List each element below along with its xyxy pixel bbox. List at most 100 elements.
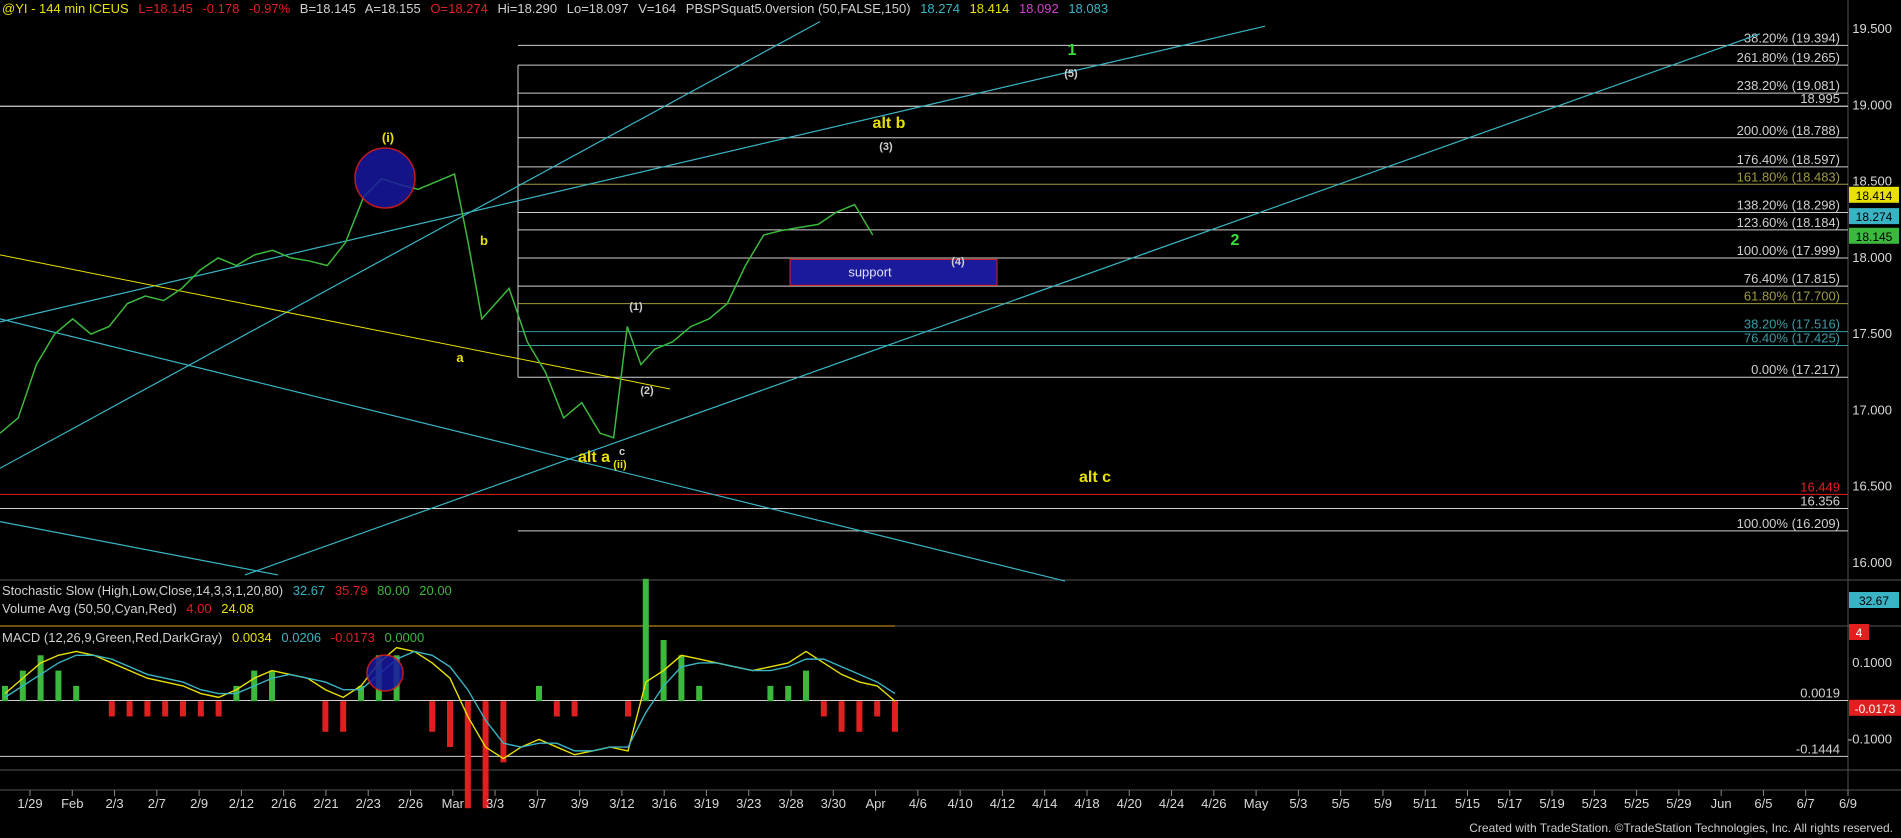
macd-histogram-bar <box>892 701 898 732</box>
fib-level-label: 123.60% (18.184) <box>1737 215 1840 230</box>
y-tick-label: 16.500 <box>1852 479 1892 494</box>
high-price: Hi=18.290 <box>497 1 558 16</box>
downtrend-line <box>0 254 671 390</box>
axis-price-box-label: 18.145 <box>1856 230 1893 244</box>
macd-histogram-bar <box>696 685 703 702</box>
x-tick-label: 1/29 <box>17 796 42 811</box>
wave-label: alt c <box>1079 469 1111 486</box>
wave-label: b <box>480 233 488 248</box>
x-tick-label: 3/23 <box>736 796 761 811</box>
volume-header: Volume Avg (50,50,Cyan,Red) 4.00 24.08 <box>2 601 260 616</box>
x-tick-label: Mar <box>442 796 465 811</box>
macd-y-tick-label: -0.1000 <box>1848 731 1892 746</box>
macd-histogram-bar <box>874 701 881 717</box>
indicator-value-4: 18.083 <box>1068 1 1109 16</box>
macd-highlight <box>366 654 404 692</box>
macd-histogram-bar <box>571 701 578 717</box>
x-tick-label: 5/19 <box>1539 796 1564 811</box>
volume-label: Volume Avg (50,50,Cyan,Red) <box>2 601 177 616</box>
macd-level-label: 0.0019 <box>1800 685 1840 700</box>
fib-level-label: 76.40% (17.425) <box>1744 331 1840 346</box>
fib-level-label: 200.00% (18.788) <box>1737 123 1840 138</box>
macd-histogram-bar <box>269 670 275 702</box>
macd-histogram-bar <box>447 701 453 748</box>
open-price: O=18.274 <box>430 1 488 16</box>
macd-histogram-bar <box>536 685 542 702</box>
volume-v2: 24.08 <box>221 601 254 616</box>
x-tick-label: 3/12 <box>609 796 634 811</box>
last-price: L=18.145 <box>138 1 193 16</box>
wave-label: (4) <box>951 256 965 268</box>
macd-histogram-bar <box>838 701 845 732</box>
indicator-value-1: 18.274 <box>920 1 960 16</box>
x-tick-label: 4/14 <box>1032 796 1057 811</box>
macd-histogram-bar <box>785 685 792 702</box>
y-tick-label: 16.000 <box>1852 555 1892 570</box>
x-tick-label: 6/9 <box>1839 796 1857 811</box>
x-tick-label: 6/5 <box>1754 796 1772 811</box>
macd-histogram-bar <box>55 670 62 702</box>
x-tick-label: 5/17 <box>1497 796 1522 811</box>
x-tick-label: 4/24 <box>1159 796 1184 811</box>
bid-price: B=18.145 <box>299 1 356 16</box>
x-tick-label: 4/26 <box>1201 796 1226 811</box>
macd-histogram-bar <box>767 685 774 702</box>
x-tick-label: 3/7 <box>528 796 546 811</box>
x-tick-label: 4/18 <box>1074 796 1099 811</box>
volume-v1: 4.00 <box>186 601 212 616</box>
wave-label: (ii) <box>613 459 627 471</box>
volume-value: V=164 <box>638 1 677 16</box>
macd-label: MACD (12,26,9,Green,Red,DarkGray) <box>2 630 223 645</box>
macd-histogram-bar <box>197 701 204 717</box>
x-tick-label: 3/9 <box>571 796 589 811</box>
x-tick-label: 5/25 <box>1624 796 1649 811</box>
macd-y-tick-label: 0.1000 <box>1852 655 1892 670</box>
x-tick-label: 5/3 <box>1289 796 1307 811</box>
footer-credit: Created with TradeStation. ©TradeStation… <box>1469 821 1893 835</box>
macd-histogram-bar <box>678 655 685 702</box>
x-tick-label: 3/16 <box>652 796 677 811</box>
macd-signal: 0.0206 <box>281 630 322 645</box>
stochastic-os: 20.00 <box>419 583 452 598</box>
x-tick-label: 5/23 <box>1582 796 1607 811</box>
x-tick-label: 2/16 <box>271 796 296 811</box>
volume-axis-box-label: 4 <box>1856 626 1863 640</box>
x-tick-label: 5/15 <box>1455 796 1480 811</box>
macd-histogram-bar <box>340 701 347 732</box>
x-tick-label: May <box>1244 796 1269 811</box>
stochastic-k: 32.67 <box>292 583 326 598</box>
x-tick-label: 3/30 <box>821 796 846 811</box>
macd-level-label: -0.1444 <box>1796 741 1840 756</box>
x-tick-label: 4/10 <box>947 796 972 811</box>
fib-level-label: 261.80% (19.265) <box>1737 50 1840 65</box>
wave-label: (2) <box>640 385 654 397</box>
stochastic-ob: 80.00 <box>377 583 410 598</box>
macd-histogram-bar <box>322 701 329 732</box>
price-line <box>0 173 874 439</box>
stochastic-header: Stochastic Slow (High,Low,Close,14,3,3,1… <box>2 583 458 598</box>
indicator-value-3: 18.092 <box>1018 1 1059 16</box>
fib-level-label: 76.40% (17.815) <box>1744 271 1840 286</box>
fib-level-label: 61.80% (17.700) <box>1744 289 1840 304</box>
macd-header: MACD (12,26,9,Green,Red,DarkGray) 0.0034… <box>2 630 430 645</box>
x-tick-label: 5/5 <box>1332 796 1350 811</box>
macd-hist: -0.0173 <box>330 630 375 645</box>
y-tick-label: 19.500 <box>1852 21 1892 36</box>
wave-label: (1) <box>629 301 643 313</box>
macd-histogram-bar <box>429 701 436 732</box>
x-tick-label: 3/28 <box>778 796 803 811</box>
wave-i-highlight <box>354 147 416 209</box>
channel-line <box>244 33 1761 576</box>
macd-histogram-bar <box>73 685 80 702</box>
wave-label: (5) <box>1064 68 1078 80</box>
price-chart[interactable]: 16.000 16.500 17.000 17.500 18.000 18.500 19.0… <box>0 0 1901 838</box>
macd-histogram-bar <box>820 701 827 717</box>
horizontal-level-label: 16.449 <box>1800 479 1840 494</box>
x-tick-label: 2/21 <box>313 796 338 811</box>
wave-label: alt b <box>873 115 906 132</box>
x-tick-label: 6/7 <box>1797 796 1815 811</box>
macd-histogram-bar <box>215 701 222 717</box>
macd-value: 0.0034 <box>231 630 272 645</box>
support-box-label: support <box>848 264 892 279</box>
x-tick-label: 5/11 <box>1413 796 1437 811</box>
